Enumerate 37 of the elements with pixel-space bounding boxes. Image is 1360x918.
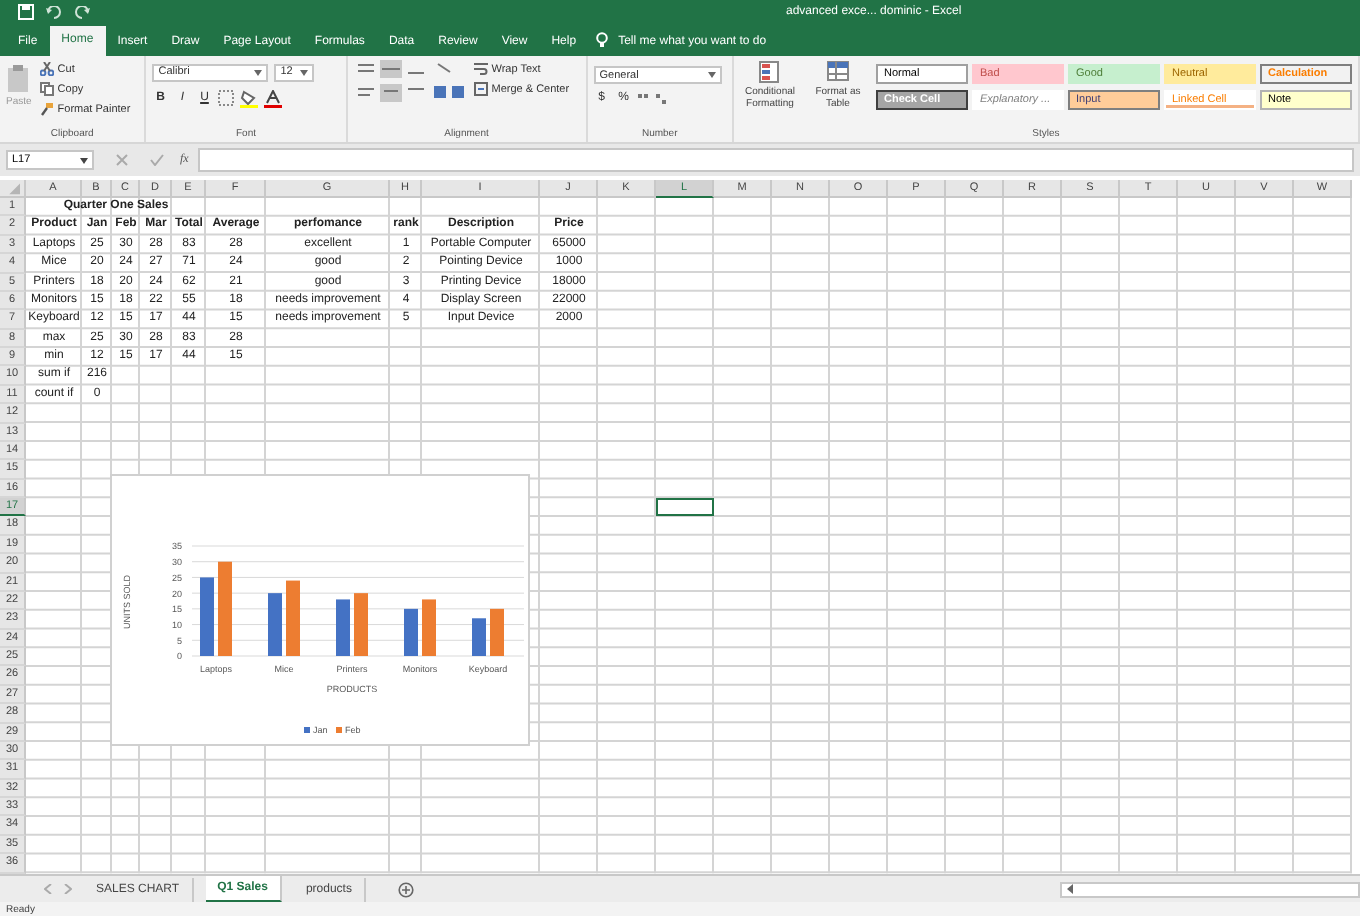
copy-icon: [39, 82, 54, 96]
bar: [472, 618, 486, 656]
merge-icon: [473, 82, 488, 96]
alignment-icons-drawing[interactable]: [353, 60, 466, 104]
bar: [354, 593, 368, 656]
undo-icon[interactable]: [46, 5, 62, 19]
caret-icon: [80, 157, 88, 163]
bar: [404, 608, 418, 656]
bar: [286, 580, 300, 656]
scroll-left-icon[interactable]: [1066, 884, 1074, 894]
brush-icon: [39, 102, 54, 116]
wrap-text-icon: [473, 62, 488, 76]
decimal-icon[interactable]: [637, 91, 670, 105]
save-icon[interactable]: [18, 4, 34, 20]
fill-color-icon[interactable]: [240, 89, 259, 107]
bar: [336, 599, 350, 656]
bar: [422, 599, 436, 656]
legend-swatch: [304, 727, 310, 733]
font-color-icon[interactable]: [264, 89, 283, 107]
clipboard-icon: [6, 64, 31, 92]
check-icon[interactable]: [150, 154, 164, 166]
bar: [268, 593, 282, 656]
bar: [218, 561, 232, 656]
selected-cell[interactable]: [656, 498, 714, 517]
horizontal-scrollbar[interactable]: [1060, 881, 1360, 897]
legend-swatch: [336, 727, 342, 733]
redo-icon[interactable]: [74, 5, 90, 19]
add-sheet-icon[interactable]: [397, 881, 414, 897]
borders-icon[interactable]: [218, 90, 235, 106]
caret-icon: [254, 69, 263, 75]
caret-icon: [707, 72, 716, 78]
bar: [490, 608, 504, 656]
caret-icon: [300, 69, 309, 75]
formula-input[interactable]: [198, 148, 1354, 172]
bar: [200, 577, 214, 656]
scissors-icon: [39, 62, 54, 76]
lightbulb-icon: [596, 32, 609, 48]
